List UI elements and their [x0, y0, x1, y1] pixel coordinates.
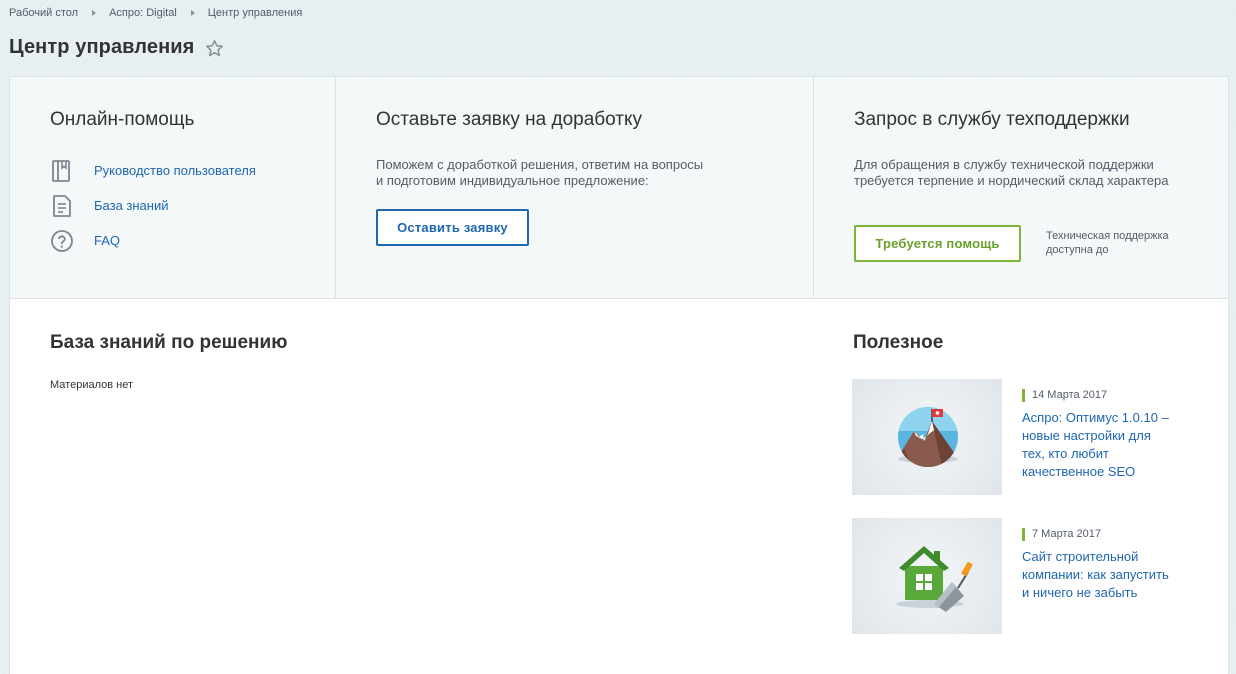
useful-article[interactable]: 14 Марта 2017 Аспро: Оптимус 1.0.10 – но…	[852, 379, 1212, 495]
article-date: 7 Марта 2017	[1022, 528, 1101, 541]
article-title-link[interactable]: Аспро: Оптимус 1.0.10 – новые настройки …	[1022, 409, 1172, 481]
breadcrumb-item-desktop[interactable]: Рабочий стол	[9, 7, 78, 19]
page-title: Центр управления	[9, 36, 195, 58]
request-card: Оставьте заявку на доработку Поможем с д…	[336, 77, 814, 298]
useful-title: Полезное	[853, 332, 944, 353]
article-thumbnail[interactable]	[852, 518, 1002, 634]
help-links-list: Руководство пользователя База знаний FAQ	[50, 153, 256, 258]
request-description: Поможем с доработкой решения, ответим на…	[376, 157, 756, 189]
help-link-user-guide[interactable]: Руководство пользователя	[50, 153, 256, 188]
support-title: Запрос в службу техподдержки	[854, 109, 1130, 130]
request-description-line1: Поможем с доработкой решения, ответим на…	[376, 157, 704, 172]
book-icon	[50, 159, 74, 183]
chevron-right-icon	[190, 10, 195, 16]
breadcrumb-item-current: Центр управления	[207, 7, 303, 19]
page-header: Центр управления	[9, 36, 224, 59]
mountain-flag-icon	[898, 407, 958, 467]
article-date: 14 Марта 2017	[1022, 389, 1107, 402]
knowledge-base-title: База знаний по решению	[50, 332, 288, 353]
help-link-knowledge-base[interactable]: База знаний	[50, 188, 256, 223]
breadcrumb-item-aspro-digital[interactable]: Аспро: Digital	[109, 7, 177, 19]
control-center-panel: Онлайн-помощь Руководство пользователя Б…	[9, 76, 1229, 674]
article-title-link[interactable]: Сайт строительной компании: как запустит…	[1022, 548, 1172, 602]
support-description: Для обращения в службу технической подде…	[854, 157, 1169, 188]
request-title: Оставьте заявку на доработку	[376, 109, 643, 130]
leave-request-button[interactable]: Оставить заявку	[376, 209, 529, 246]
question-circle-icon	[50, 229, 74, 253]
chevron-right-icon	[92, 10, 97, 16]
top-cards-row: Онлайн-помощь Руководство пользователя Б…	[10, 77, 1228, 299]
knowledge-base-empty-text: Материалов нет	[50, 379, 133, 391]
help-link-label[interactable]: Руководство пользователя	[94, 163, 256, 178]
help-link-label[interactable]: База знаний	[94, 198, 169, 213]
star-icon[interactable]	[205, 39, 224, 58]
online-help-title: Онлайн-помощь	[50, 109, 195, 130]
document-icon	[50, 194, 74, 218]
help-link-label[interactable]: FAQ	[94, 233, 120, 248]
request-description-line2: и подготовим индивидуальное предложение:	[376, 173, 649, 188]
help-link-faq[interactable]: FAQ	[50, 223, 256, 258]
house-trowel-icon	[896, 546, 973, 612]
online-help-card: Онлайн-помощь Руководство пользователя Б…	[10, 77, 336, 298]
useful-article[interactable]: 7 Марта 2017 Сайт строительной компании:…	[852, 518, 1212, 634]
support-card: Запрос в службу техподдержки Для обращен…	[814, 77, 1228, 298]
breadcrumb: Рабочий стол Аспро: Digital Центр управл…	[9, 6, 302, 20]
need-help-button[interactable]: Требуется помощь	[854, 225, 1021, 262]
support-availability-note: Техническая поддержка доступна до	[1046, 230, 1169, 256]
article-thumbnail[interactable]	[852, 379, 1002, 495]
